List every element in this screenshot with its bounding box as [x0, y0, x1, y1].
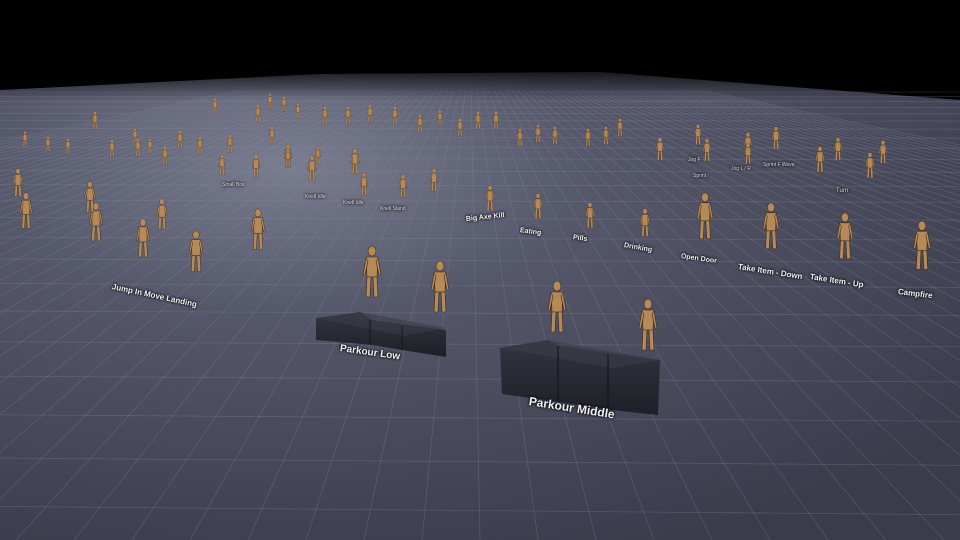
label-turn: Turn: [836, 188, 849, 194]
game-viewport[interactable]: [0, 0, 960, 540]
label-knell-stand: Knell Stand: [380, 206, 406, 212]
label-jog-l-r: Jog L / R: [731, 166, 751, 172]
label-knell-idle: Knell Idle: [305, 194, 326, 200]
label-sprint-f-wave: Sprint F Wave: [763, 162, 795, 168]
horizon-fade: [0, 60, 960, 100]
label-knell-idle-2: Knell Idle: [343, 200, 364, 206]
label-small-box: Small Box: [222, 182, 245, 188]
label-sprint: Sprint: [693, 173, 707, 179]
label-jog-f: Jog F: [688, 157, 701, 163]
